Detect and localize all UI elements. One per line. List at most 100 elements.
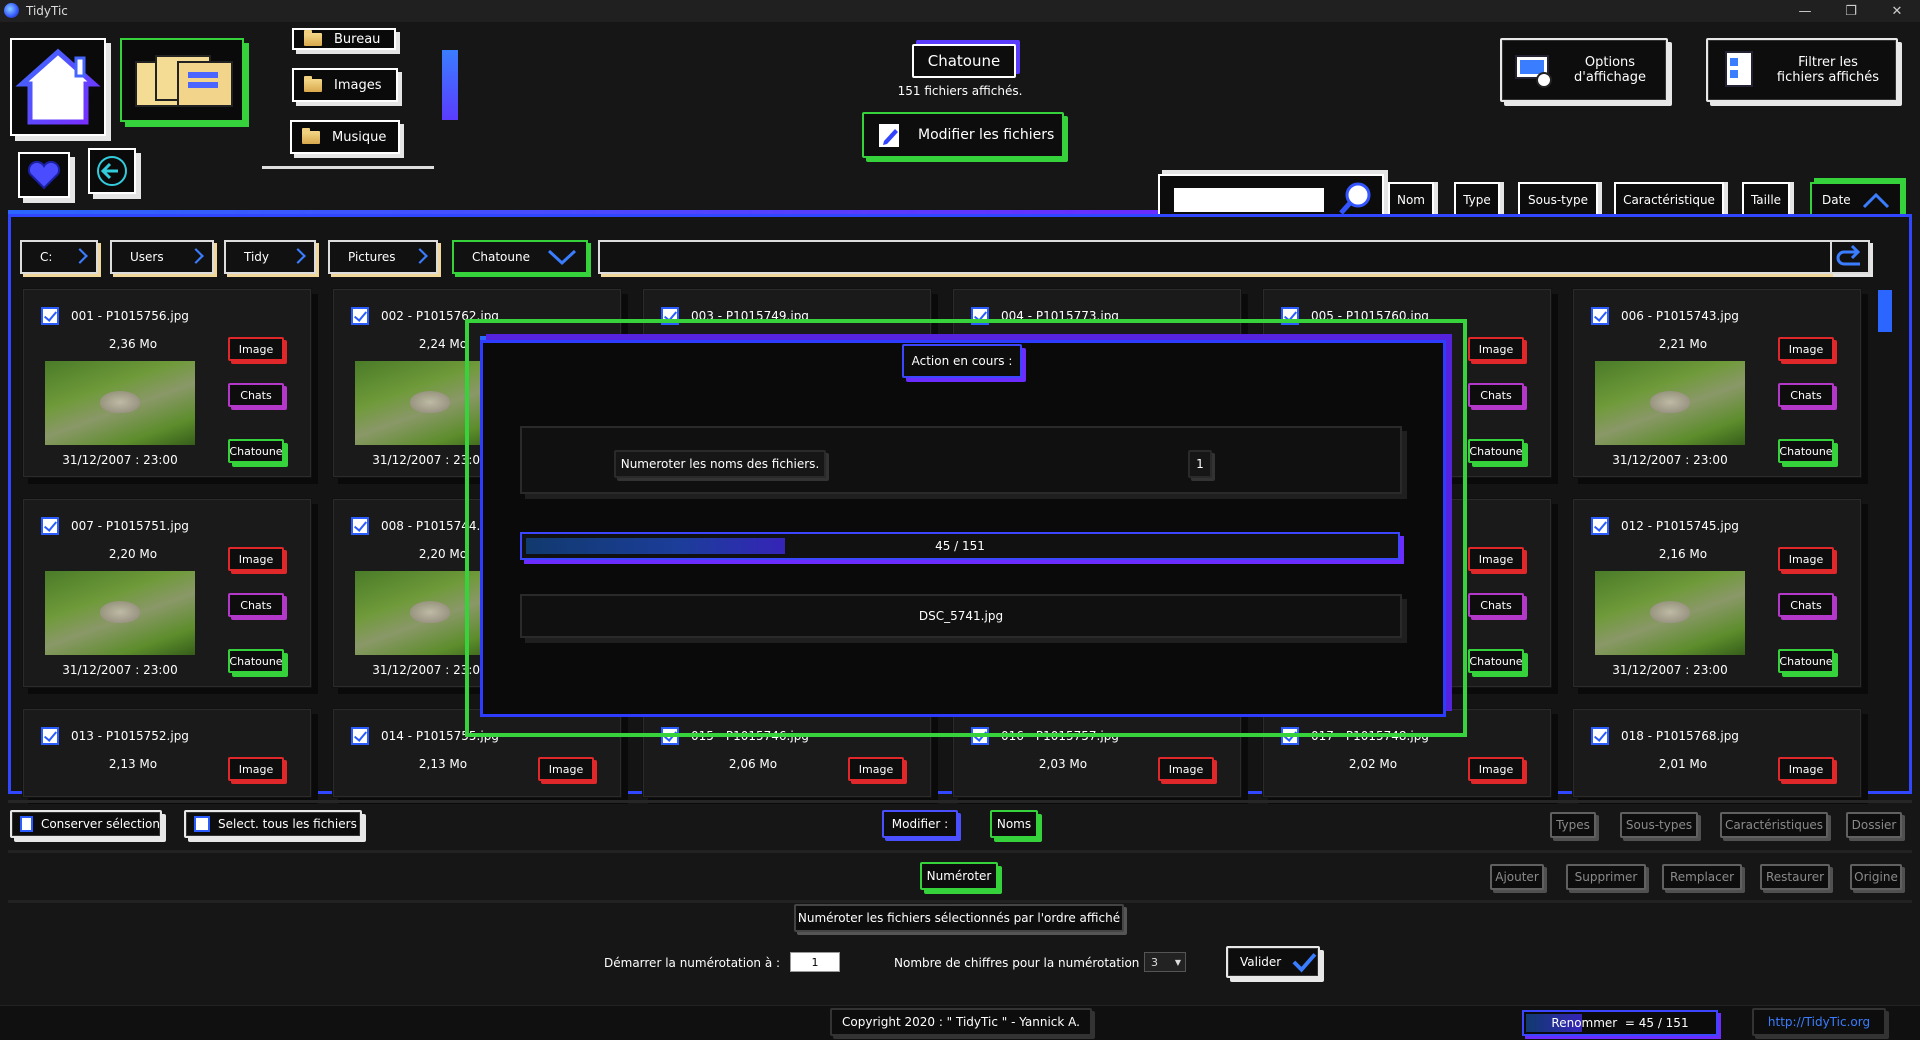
file-checkbox[interactable] xyxy=(351,727,369,745)
minimize-button[interactable]: — xyxy=(1782,0,1828,22)
file-size: 2,13 Mo xyxy=(108,757,158,771)
breadcrumb-item-chatoune[interactable]: Chatoune xyxy=(452,240,588,274)
file-tag[interactable]: Chats xyxy=(228,593,284,617)
file-tag[interactable]: Image xyxy=(1468,337,1524,361)
file-checkbox[interactable] xyxy=(1591,307,1609,325)
file-tag[interactable]: Chats xyxy=(1468,593,1524,617)
file-tag[interactable]: Chatoune xyxy=(228,649,284,673)
maximize-button[interactable]: ❐ xyxy=(1828,0,1874,22)
folder-images-button[interactable]: Images xyxy=(292,68,398,102)
file-checkbox[interactable] xyxy=(41,727,59,745)
file-card[interactable]: 013 - P1015752.jpg 2,13 Mo Image xyxy=(22,708,312,798)
filter-files-button[interactable]: Filtrer les fichiers affichés xyxy=(1706,38,1898,102)
modify-characteristics-button[interactable]: Caractéristiques xyxy=(1720,812,1828,838)
delete-button[interactable]: Supprimer xyxy=(1566,864,1646,890)
file-checkbox[interactable] xyxy=(41,307,59,325)
start-number-input[interactable]: 1 xyxy=(790,952,840,972)
file-tag[interactable]: Image xyxy=(1468,547,1524,571)
file-tag[interactable]: Image xyxy=(1778,757,1834,781)
current-file-row: DSC_5741.jpg xyxy=(520,594,1402,638)
sort-ascending-icon xyxy=(1862,192,1889,209)
validate-button[interactable]: Valider xyxy=(1226,946,1320,978)
add-button[interactable]: Ajouter xyxy=(1490,864,1544,890)
folder-list-scrollbar[interactable] xyxy=(442,50,458,120)
search-input[interactable] xyxy=(1174,188,1324,212)
keep-selection-button[interactable]: Conserver sélection xyxy=(10,810,162,838)
file-tag[interactable]: Chats xyxy=(228,383,284,407)
rename-progress-text: Renommer = 45 / 151 xyxy=(1551,1016,1689,1030)
select-all-files-button[interactable]: Select. tous les fichiers xyxy=(184,810,362,838)
file-tag[interactable]: Image xyxy=(228,337,284,361)
file-tag[interactable]: Chatoune xyxy=(1778,439,1834,463)
undo-icon xyxy=(1836,244,1861,266)
file-thumbnail[interactable] xyxy=(1595,571,1745,655)
sort-tab-caracteristique[interactable]: Caractéristique xyxy=(1614,182,1724,218)
file-card[interactable]: 007 - P1015751.jpg 2,20 Mo 31/12/2007 : 23… xyxy=(22,498,312,688)
breadcrumb-item-users[interactable]: Users xyxy=(110,240,214,274)
breadcrumb-item-c[interactable]: C: xyxy=(20,240,98,274)
file-name: 013 - P1015752.jpg xyxy=(71,729,189,743)
file-tag[interactable]: Chatoune xyxy=(1468,649,1524,673)
modify-folder-button[interactable]: Dossier xyxy=(1846,812,1902,838)
close-button[interactable]: ✕ xyxy=(1874,0,1920,22)
file-card[interactable]: 018 - P1015768.jpg 2,01 Mo Image xyxy=(1572,708,1862,798)
breadcrumb-item-tidy[interactable]: Tidy xyxy=(224,240,316,274)
file-tag[interactable]: Image xyxy=(228,757,284,781)
file-tag[interactable]: Chats xyxy=(1778,383,1834,407)
file-card[interactable]: 006 - P1015743.jpg 2,21 Mo 31/12/2007 : 23… xyxy=(1572,288,1862,478)
folder-bureau-button[interactable]: Bureau xyxy=(292,28,396,50)
sort-tab-sous-type[interactable]: Sous-type xyxy=(1518,182,1598,218)
file-card[interactable]: 012 - P1015745.jpg 2,16 Mo 31/12/2007 : 23… xyxy=(1572,498,1862,688)
file-name: 018 - P1015768.jpg xyxy=(1621,729,1739,743)
file-tag[interactable]: Chatoune xyxy=(1468,439,1524,463)
file-grid-scrollbar[interactable] xyxy=(1878,290,1892,332)
app-logo-icon xyxy=(4,3,19,18)
replace-button[interactable]: Remplacer xyxy=(1662,864,1742,890)
file-tag[interactable]: Image xyxy=(848,757,904,781)
undo-path-button[interactable] xyxy=(1830,240,1870,274)
file-tag[interactable]: Chats xyxy=(1468,383,1524,407)
file-tag[interactable]: Image xyxy=(1468,757,1524,781)
search-icon[interactable] xyxy=(1336,178,1376,218)
sort-tab-type[interactable]: Type xyxy=(1454,182,1500,218)
file-thumbnail[interactable] xyxy=(45,571,195,655)
file-tag[interactable]: Chatoune xyxy=(1778,649,1834,673)
file-tag[interactable]: Image xyxy=(1158,757,1214,781)
modify-files-button[interactable]: Modifier les fichiers xyxy=(862,112,1064,158)
file-thumbnail[interactable] xyxy=(45,361,195,445)
file-checkbox[interactable] xyxy=(41,517,59,535)
modify-names-button[interactable]: Noms xyxy=(990,810,1038,838)
restore-button[interactable]: Restaurer xyxy=(1760,864,1830,890)
sort-tab-date[interactable]: Date xyxy=(1810,182,1902,218)
sort-tab-nom[interactable]: Nom xyxy=(1388,182,1434,218)
file-tag[interactable]: Chats xyxy=(1778,593,1834,617)
file-card[interactable]: 001 - P1015756.jpg 2,36 Mo 31/12/2007 : 23… xyxy=(22,288,312,478)
file-checkbox[interactable] xyxy=(1591,727,1609,745)
modify-types-button[interactable]: Types xyxy=(1550,812,1596,838)
display-options-button[interactable]: Options d'affichage xyxy=(1500,38,1668,102)
file-thumbnail[interactable] xyxy=(1595,361,1745,445)
folder-musique-button[interactable]: Musique xyxy=(290,120,400,154)
back-button[interactable] xyxy=(88,148,136,194)
website-link[interactable]: http://TidyTic.org xyxy=(1752,1008,1886,1036)
file-tag[interactable]: Image xyxy=(538,757,594,781)
filter-files-icon xyxy=(1725,51,1753,87)
file-tag[interactable]: Image xyxy=(1778,547,1834,571)
origin-button[interactable]: Origine xyxy=(1850,864,1902,890)
modify-subtypes-button[interactable]: Sous-types xyxy=(1620,812,1698,838)
file-size: 2,16 Mo xyxy=(1658,547,1708,561)
file-size: 2,21 Mo xyxy=(1658,337,1708,351)
digit-count-select[interactable]: 3 ▼ xyxy=(1144,952,1186,972)
file-checkbox[interactable] xyxy=(351,307,369,325)
file-tag[interactable]: Image xyxy=(1778,337,1834,361)
file-checkbox[interactable] xyxy=(351,517,369,535)
favorites-button[interactable] xyxy=(18,152,70,198)
file-tag[interactable]: Image xyxy=(228,547,284,571)
breadcrumb-item-pictures[interactable]: Pictures xyxy=(328,240,438,274)
sort-tab-taille[interactable]: Taille xyxy=(1742,182,1790,218)
file-tag[interactable]: Chatoune xyxy=(228,439,284,463)
number-files-button[interactable]: Numéroter xyxy=(920,862,998,890)
home-button[interactable] xyxy=(10,38,106,136)
folders-view-button[interactable] xyxy=(120,38,244,122)
file-checkbox[interactable] xyxy=(1591,517,1609,535)
